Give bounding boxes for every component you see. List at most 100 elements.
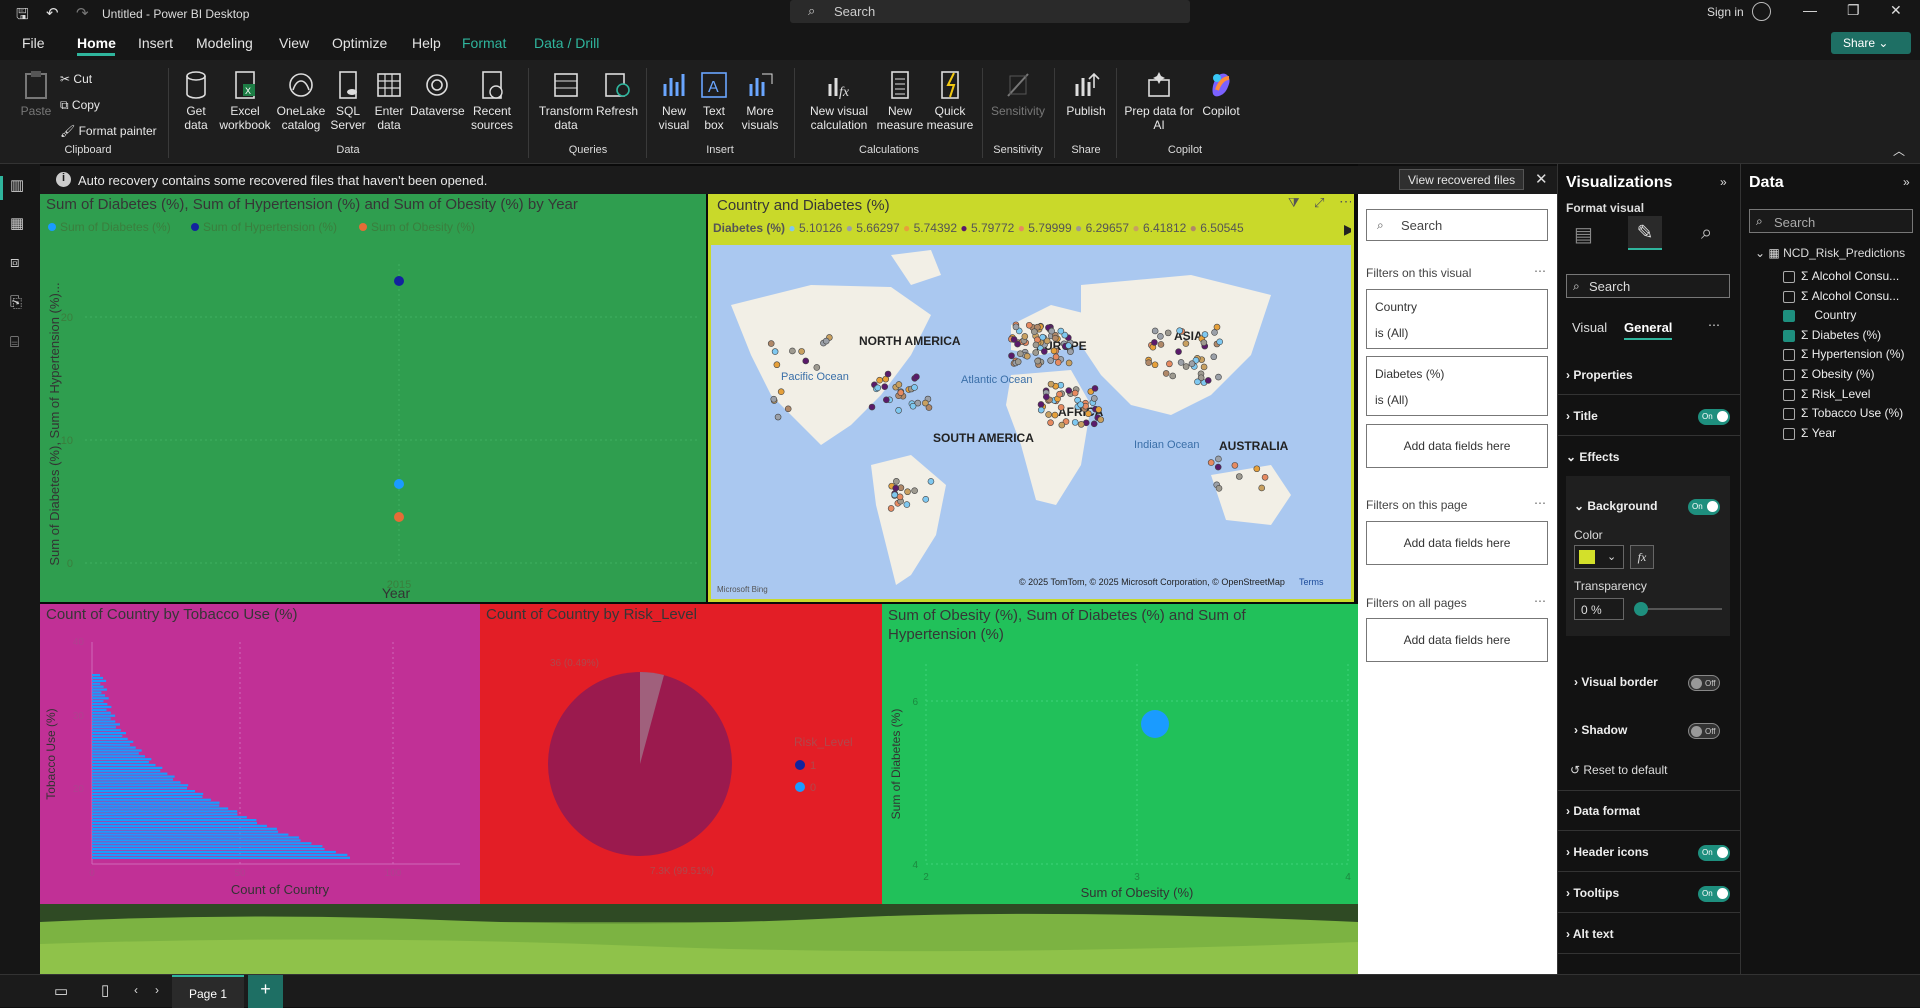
field-item[interactable]: Σ Year <box>1801 426 1836 440</box>
build-visual-icon[interactable]: ▤ <box>1574 222 1593 247</box>
field-item[interactable]: Σ Obesity (%) <box>1801 367 1874 381</box>
section-tooltips[interactable]: › Tooltips <box>1566 886 1619 900</box>
avatar[interactable] <box>1752 2 1771 21</box>
filter-card-diabetes[interactable]: Diabetes (%) is (All) <box>1366 356 1548 416</box>
background-image-visual[interactable] <box>40 904 1358 974</box>
desktop-layout-icon[interactable]: ▭ <box>54 982 68 1000</box>
close-icon[interactable]: ✕ <box>1890 2 1902 19</box>
recent-sources-button[interactable]: Recent sources <box>466 70 518 132</box>
section-title[interactable]: › Title <box>1566 409 1598 423</box>
transform-data-button[interactable]: Transform data <box>536 70 596 132</box>
menu-home[interactable]: Home <box>77 35 116 51</box>
share-button[interactable]: Share ⌄ <box>1831 32 1911 54</box>
field-checkbox[interactable] <box>1783 408 1795 421</box>
new-visual-button[interactable]: New visual <box>656 70 692 132</box>
sql-server-button[interactable]: SQL Server <box>330 70 366 132</box>
visual-count-by-tobacco[interactable]: Count of Country by Tobacco Use (%) 40 3… <box>40 604 480 904</box>
section-effects[interactable]: ⌄ Effects <box>1566 450 1619 464</box>
more-visuals-button[interactable]: More visuals <box>736 70 784 132</box>
tab-visual[interactable]: Visual <box>1572 320 1607 335</box>
world-map[interactable]: NORTH AMERICA EUROPE ASIA AFRICA SOUTH A… <box>711 245 1351 599</box>
reset-to-default-button[interactable]: ↺ Reset to default <box>1570 763 1667 777</box>
menu-insert[interactable]: Insert <box>138 35 173 51</box>
field-item[interactable]: Country <box>1801 308 1856 322</box>
dataverse-button[interactable]: Dataverse <box>410 70 465 118</box>
filter-icon[interactable]: ⧩ <box>1288 197 1300 211</box>
enter-data-button[interactable]: Enter data <box>370 70 408 132</box>
more-options-icon[interactable]: ⋯ <box>1534 264 1546 278</box>
field-checkbox[interactable] <box>1783 369 1795 381</box>
visual-count-by-risk-level[interactable]: Count of Country by Risk_Level 36 (0.49%… <box>480 604 882 904</box>
field-item[interactable]: Σ Alcohol Consu... <box>1801 269 1899 283</box>
section-visual-border[interactable]: › Visual border <box>1574 675 1658 689</box>
transparency-input[interactable]: 0 % <box>1574 598 1624 620</box>
text-box-button[interactable]: A Text box <box>696 70 732 132</box>
search-input[interactable]: ⌕ Search <box>790 0 1190 23</box>
field-checkbox[interactable] <box>1783 271 1795 283</box>
add-page-button[interactable]: + <box>248 975 283 1008</box>
menu-data-drill[interactable]: Data / Drill <box>534 35 599 51</box>
next-page-icon[interactable]: › <box>155 983 159 997</box>
more-options-icon[interactable]: ⋯ <box>1708 318 1720 332</box>
paste-button[interactable]: Paste <box>18 70 54 118</box>
data-search-input[interactable]: ⌕ Search <box>1749 209 1913 233</box>
color-picker[interactable]: ⌄ <box>1574 545 1624 569</box>
menu-view[interactable]: View <box>279 35 309 51</box>
field-item[interactable]: Σ Alcohol Consu... <box>1801 289 1899 303</box>
shadow-toggle[interactable]: Off <box>1688 723 1720 739</box>
field-checkbox[interactable] <box>1783 290 1795 303</box>
analytics-icon[interactable]: ⌕ <box>1701 222 1712 245</box>
collapse-ribbon-icon[interactable]: ︿ <box>1893 142 1905 159</box>
copilot-button[interactable]: Copilot <box>1196 70 1246 118</box>
format-visual-icon[interactable]: ✎ <box>1628 216 1662 250</box>
report-view-icon[interactable]: ▥ <box>10 176 24 194</box>
redo-icon[interactable]: ↷ <box>76 4 89 22</box>
visual-country-diabetes-map[interactable]: Country and Diabetes (%) ⧩ ⤢ ⋯ Diabetes … <box>708 194 1354 602</box>
save-icon[interactable]: 🖫 <box>16 4 29 29</box>
tooltips-toggle[interactable]: On <box>1698 886 1730 902</box>
conditional-format-button[interactable]: fx <box>1630 545 1654 569</box>
model-view-icon[interactable]: ⧈ <box>10 254 20 271</box>
more-options-icon[interactable]: ⋯ <box>1339 197 1351 210</box>
menu-file[interactable]: File <box>22 35 45 51</box>
dax-query-view-icon[interactable]: ⎘ <box>10 294 22 311</box>
transparency-slider[interactable] <box>1638 608 1722 610</box>
filters-search-input[interactable]: ⌕ Search <box>1366 209 1548 241</box>
title-toggle[interactable]: On <box>1698 409 1730 425</box>
section-properties[interactable]: › Properties <box>1566 368 1633 382</box>
field-item[interactable]: Σ Hypertension (%) <box>1801 347 1904 361</box>
tmdl-view-icon[interactable]: ⌸ <box>10 334 19 351</box>
get-data-button[interactable]: Get data <box>178 70 214 132</box>
cut-button[interactable]: ✂ Cut <box>60 72 92 86</box>
add-data-fields-all[interactable]: Add data fields here <box>1366 618 1548 662</box>
field-item[interactable]: Σ Risk_Level <box>1801 387 1870 401</box>
table-view-icon[interactable]: ▦ <box>10 214 24 232</box>
new-visual-calculation-button[interactable]: fx New visual calculation <box>804 70 874 132</box>
background-toggle[interactable]: On <box>1688 499 1720 515</box>
prev-page-icon[interactable]: ‹ <box>134 983 138 997</box>
section-background[interactable]: ⌄ Background <box>1574 499 1657 513</box>
visual-border-toggle[interactable]: Off <box>1688 675 1720 691</box>
filter-card-country[interactable]: Country is (All) <box>1366 289 1548 349</box>
signin-link[interactable]: Sign in <box>1707 5 1744 19</box>
add-data-fields-visual[interactable]: Add data fields here <box>1366 424 1548 468</box>
viz-search-input[interactable]: ⌕ Search <box>1566 274 1730 298</box>
more-options-icon[interactable]: ⋯ <box>1534 496 1546 510</box>
field-checkbox[interactable] <box>1783 329 1795 342</box>
visual-obesity-diabetes-scatter[interactable]: Sum of Obesity (%), Sum of Diabetes (%) … <box>882 604 1358 904</box>
field-checkbox[interactable] <box>1783 427 1795 440</box>
collapse-pane-icon[interactable]: » <box>1720 175 1727 189</box>
refresh-button[interactable]: Refresh <box>594 70 640 118</box>
field-checkbox[interactable] <box>1783 349 1795 362</box>
visual-sum-by-year[interactable]: Sum of Diabetes (%), Sum of Hypertension… <box>40 194 706 602</box>
collapse-pane-icon[interactable]: » <box>1903 175 1910 189</box>
slider-thumb[interactable] <box>1634 602 1648 616</box>
restore-icon[interactable]: ❐ <box>1847 2 1860 19</box>
field-checkbox[interactable] <box>1783 388 1795 401</box>
menu-help[interactable]: Help <box>412 35 441 51</box>
more-options-icon[interactable]: ⋯ <box>1534 594 1546 608</box>
section-header-icons[interactable]: › Header icons <box>1566 845 1649 859</box>
new-measure-button[interactable]: New measure <box>876 70 924 132</box>
add-data-fields-page[interactable]: Add data fields here <box>1366 521 1548 565</box>
page-tab[interactable]: Page 1 <box>172 975 244 1008</box>
